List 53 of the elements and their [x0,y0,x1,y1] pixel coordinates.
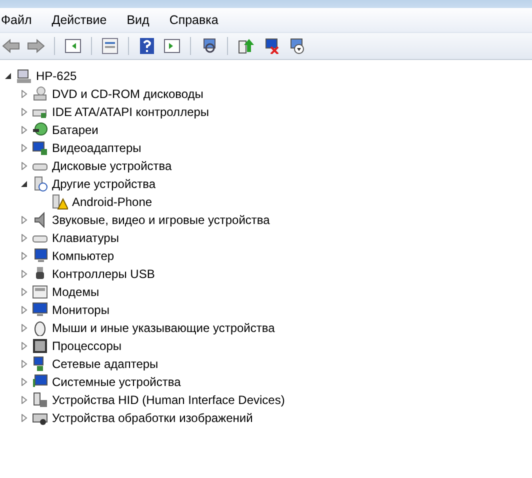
expand-arrow-icon[interactable] [20,162,28,170]
tree-item[interactable]: Контроллеры USB [52,267,155,281]
tree-item[interactable]: IDE ATA/ATAPI контроллеры [52,105,210,119]
menu-item[interactable]: Вид [126,13,156,27]
expand-arrow-icon[interactable] [20,396,28,404]
tree-item[interactable]: Мониторы [52,303,110,317]
tree-item[interactable]: Android-Phone [72,195,152,209]
tree-item[interactable]: Видеоадаптеры [52,141,142,155]
tree-item[interactable]: Процессоры [52,339,122,353]
display-adapter-icon [32,140,48,156]
expand-arrow-icon[interactable] [20,234,28,242]
expand-arrow-icon[interactable] [20,270,28,278]
properties-icon[interactable] [99,35,121,57]
expand-arrow-icon[interactable] [20,324,28,332]
menu-item[interactable]: Файл [0,13,39,27]
expand-arrow-icon[interactable] [20,288,28,296]
tree-item[interactable]: Дисковые устройства [52,159,172,173]
tree-item[interactable]: Мыши и иные указывающие устройства [52,321,275,335]
expand-arrow-icon[interactable] [20,378,28,386]
unknown-device-icon [32,176,48,192]
expand-arrow-icon[interactable] [20,252,28,260]
computer-icon [32,248,48,264]
expand-arrow-icon[interactable] [20,360,28,368]
tree-item[interactable]: Батареи [52,123,98,137]
system-device-icon [32,374,48,390]
menu-item[interactable]: Справка [168,13,226,27]
expand-arrow-icon[interactable] [20,126,28,134]
tree-item[interactable]: Клавиатуры [52,231,119,245]
tree-item[interactable]: Системные устройства [52,375,181,389]
processor-icon [32,338,48,354]
tree-item[interactable]: HP-625 [36,69,77,83]
modem-icon [32,284,48,300]
monitor-icon [32,302,48,318]
tree-item[interactable]: Устройства HID (Human Interface Devices) [52,393,285,407]
collapse-arrow-icon[interactable] [20,180,28,188]
expand-arrow-icon[interactable] [20,414,28,422]
expand-arrow-icon[interactable] [20,342,28,350]
expand-arrow-icon[interactable] [20,306,28,314]
computer-icon [16,68,32,84]
expand-arrow-icon[interactable] [20,108,28,116]
tree-item[interactable]: Сетевые адаптеры [52,357,158,371]
expand-arrow-icon[interactable] [20,144,28,152]
tree-item[interactable]: DVD и CD-ROM дисководы [52,87,204,101]
mouse-icon [32,320,48,336]
tree-item[interactable]: Модемы [52,285,100,299]
menu-item[interactable]: Действие [50,13,114,27]
expand-arrow-icon[interactable] [20,216,28,224]
tree-item[interactable]: Звуковые, видео и игровые устройства [52,213,270,227]
tree-item[interactable]: Другие устройства [52,177,156,191]
tree-item[interactable]: Компьютер [52,249,114,263]
tree-item[interactable]: Устройства обработки изображений [52,411,253,425]
collapse-arrow-icon[interactable] [4,72,12,80]
expand-arrow-icon[interactable] [20,90,28,98]
